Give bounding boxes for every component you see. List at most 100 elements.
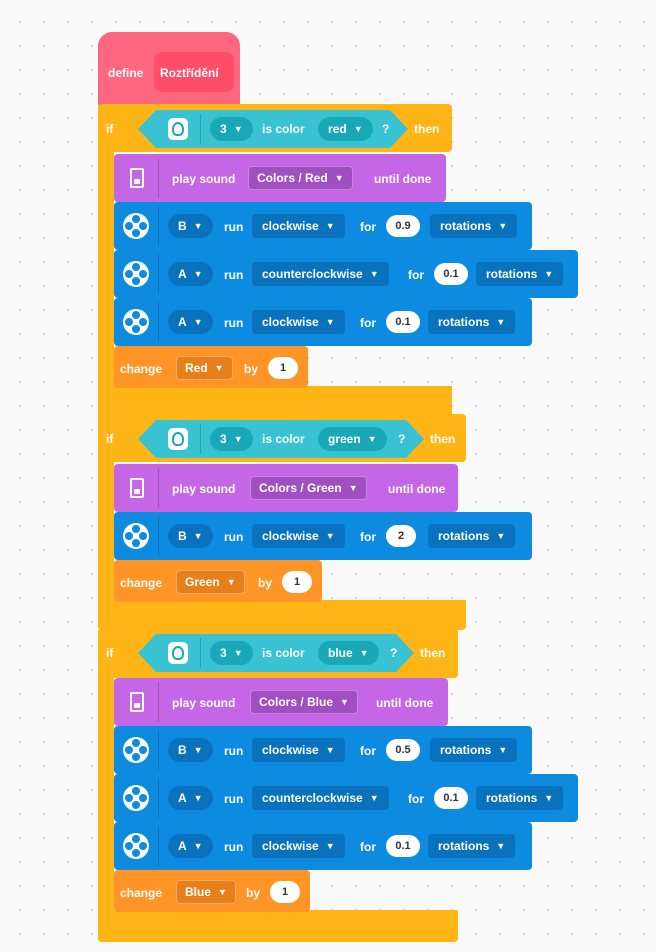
sound-dropdown[interactable]: Colors / Green ▼ bbox=[250, 476, 367, 500]
chevron-down-icon: ▼ bbox=[544, 793, 554, 803]
sensor-port-dropdown[interactable]: 3 ▼ bbox=[210, 427, 253, 451]
unit-dropdown[interactable]: rotations ▼ bbox=[476, 786, 564, 810]
chevron-down-icon: ▼ bbox=[218, 887, 227, 897]
chevron-down-icon: ▼ bbox=[359, 648, 369, 658]
color-value: green bbox=[328, 432, 361, 446]
direction-dropdown[interactable]: clockwise ▼ bbox=[252, 214, 345, 238]
sound-dropdown[interactable]: Colors / Blue ▼ bbox=[250, 690, 358, 714]
direction-dropdown[interactable]: counterclockwise ▼ bbox=[252, 262, 389, 286]
chevron-down-icon: ▼ bbox=[325, 745, 335, 755]
motor-port-dropdown[interactable]: B ▼ bbox=[168, 214, 213, 238]
motor-port-dropdown[interactable]: A ▼ bbox=[168, 834, 213, 858]
unit-dropdown[interactable]: rotations ▼ bbox=[428, 524, 516, 548]
direction-dropdown[interactable]: counterclockwise ▼ bbox=[252, 786, 389, 810]
until-done-label: until done bbox=[376, 696, 434, 710]
sound-value: Colors / Red bbox=[257, 171, 328, 185]
unit-value: rotations bbox=[440, 219, 492, 233]
for-label: for bbox=[360, 744, 376, 758]
by-label: by bbox=[258, 576, 273, 590]
direction-dropdown[interactable]: clockwise ▼ bbox=[252, 310, 345, 334]
for-label: for bbox=[360, 840, 376, 854]
change-value-input[interactable]: 1 bbox=[282, 571, 312, 593]
sensor-port-value: 3 bbox=[220, 432, 227, 446]
motor-icon bbox=[123, 785, 149, 811]
sensor-port-dropdown[interactable]: 3 ▼ bbox=[210, 641, 253, 665]
amount-input[interactable]: 0.1 bbox=[434, 787, 468, 809]
amount-input[interactable]: 2 bbox=[386, 525, 416, 547]
until-done-label: until done bbox=[374, 172, 432, 186]
chevron-down-icon: ▼ bbox=[369, 269, 379, 279]
unit-dropdown[interactable]: rotations ▼ bbox=[430, 214, 518, 238]
amount-input[interactable]: 0.1 bbox=[386, 311, 420, 333]
direction-dropdown[interactable]: clockwise ▼ bbox=[252, 834, 345, 858]
motor-port-value: A bbox=[178, 267, 187, 281]
variable-value: Green bbox=[185, 575, 220, 589]
direction-value: clockwise bbox=[262, 529, 319, 543]
change-label: change bbox=[120, 362, 163, 376]
color-dropdown[interactable]: green ▼ bbox=[318, 427, 387, 451]
chevron-down-icon: ▼ bbox=[334, 173, 344, 183]
motor-port-dropdown[interactable]: A ▼ bbox=[168, 310, 213, 334]
color-sensor-icon bbox=[168, 118, 188, 140]
chevron-down-icon: ▼ bbox=[325, 531, 335, 541]
for-label: for bbox=[408, 268, 424, 282]
chevron-down-icon: ▼ bbox=[496, 317, 506, 327]
direction-value: counterclockwise bbox=[262, 267, 363, 281]
run-label: run bbox=[224, 268, 244, 282]
unit-dropdown[interactable]: rotations ▼ bbox=[428, 834, 516, 858]
direction-value: clockwise bbox=[262, 839, 319, 853]
run-label: run bbox=[224, 316, 244, 330]
color-value: red bbox=[328, 122, 347, 136]
if-label: if bbox=[106, 646, 114, 660]
variable-dropdown[interactable]: Red ▼ bbox=[176, 356, 233, 380]
motor-icon bbox=[123, 523, 149, 549]
sound-value: Colors / Blue bbox=[259, 695, 334, 709]
amount-input[interactable]: 0.1 bbox=[434, 263, 468, 285]
amount-input[interactable]: 0.1 bbox=[386, 835, 420, 857]
chevron-down-icon: ▼ bbox=[226, 577, 236, 587]
define-name-slot[interactable]: Roztřídění bbox=[154, 52, 234, 92]
divider bbox=[158, 254, 159, 294]
unit-dropdown[interactable]: rotations ▼ bbox=[430, 738, 518, 762]
motor-port-dropdown[interactable]: A ▼ bbox=[168, 786, 213, 810]
chevron-down-icon: ▼ bbox=[193, 317, 203, 327]
define-block[interactable]: define Roztřídění bbox=[98, 32, 240, 108]
sound-dropdown[interactable]: Colors / Red ▼ bbox=[248, 166, 353, 190]
by-label: by bbox=[246, 886, 261, 900]
chevron-down-icon: ▼ bbox=[325, 221, 335, 231]
chevron-down-icon: ▼ bbox=[353, 124, 363, 134]
run-label: run bbox=[224, 792, 244, 806]
color-dropdown[interactable]: blue ▼ bbox=[318, 641, 379, 665]
unit-dropdown[interactable]: rotations ▼ bbox=[428, 310, 516, 334]
motor-icon bbox=[123, 261, 149, 287]
direction-dropdown[interactable]: clockwise ▼ bbox=[252, 738, 345, 762]
divider bbox=[158, 206, 159, 246]
chevron-down-icon: ▼ bbox=[367, 434, 377, 444]
divider bbox=[158, 826, 159, 866]
sensor-port-dropdown[interactable]: 3 ▼ bbox=[210, 117, 253, 141]
color-dropdown[interactable]: red ▼ bbox=[318, 117, 373, 141]
if-footer bbox=[98, 600, 466, 630]
unit-dropdown[interactable]: rotations ▼ bbox=[476, 262, 564, 286]
for-label: for bbox=[408, 792, 424, 806]
variable-dropdown[interactable]: Blue ▼ bbox=[176, 880, 236, 904]
amount-input[interactable]: 0.9 bbox=[386, 215, 420, 237]
motor-port-dropdown[interactable]: B ▼ bbox=[168, 524, 213, 548]
motor-port-dropdown[interactable]: B ▼ bbox=[168, 738, 213, 762]
variable-dropdown[interactable]: Green ▼ bbox=[176, 570, 245, 594]
motor-port-value: A bbox=[178, 791, 187, 805]
run-label: run bbox=[224, 530, 244, 544]
direction-value: clockwise bbox=[262, 315, 319, 329]
amount-input[interactable]: 0.5 bbox=[386, 739, 420, 761]
motor-port-dropdown[interactable]: A ▼ bbox=[168, 262, 213, 286]
change-value-input[interactable]: 1 bbox=[270, 881, 300, 903]
question-mark: ? bbox=[398, 432, 406, 446]
play-sound-label: play sound bbox=[172, 482, 236, 496]
direction-dropdown[interactable]: clockwise ▼ bbox=[252, 524, 345, 548]
for-label: for bbox=[360, 530, 376, 544]
change-value-input[interactable]: 1 bbox=[268, 357, 298, 379]
for-label: for bbox=[360, 316, 376, 330]
chevron-down-icon: ▼ bbox=[193, 221, 203, 231]
is-color-label: is color bbox=[262, 122, 305, 136]
variable-value: Blue bbox=[185, 885, 212, 899]
